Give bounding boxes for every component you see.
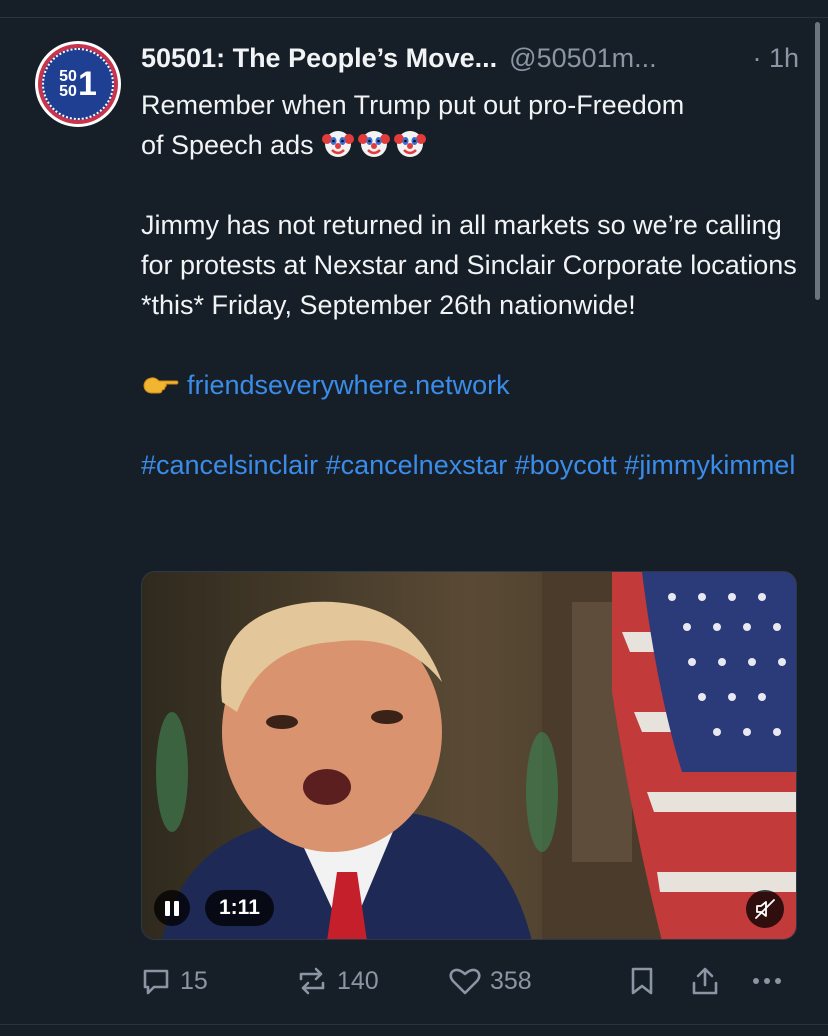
post-paragraph: Jimmy has not returned in all markets so… — [141, 210, 797, 320]
hashtag-link[interactable]: #cancelsinclair — [141, 450, 318, 480]
avatar-logo-bottom: 50 — [59, 83, 77, 100]
reply-button[interactable]: 15 — [140, 958, 208, 1004]
bookmark-icon — [631, 967, 653, 995]
more-options-button[interactable] — [748, 958, 786, 1004]
speaker-muted-icon — [755, 899, 775, 919]
avatar[interactable]: 50 50 1 — [35, 41, 121, 127]
post-link-line: friendseverywhere.network — [141, 365, 801, 405]
top-divider — [0, 17, 828, 18]
clown-emoji-group — [321, 128, 426, 160]
post-link[interactable]: friendseverywhere.network — [187, 370, 510, 400]
like-count: 358 — [490, 966, 532, 995]
post-text: Remember when Trump put out pro-Freedom … — [141, 85, 801, 485]
clown-face-icon — [357, 131, 390, 157]
unmute-button[interactable] — [746, 890, 784, 928]
hashtag-link[interactable]: #cancelnexstar — [326, 450, 508, 480]
pause-icon — [165, 900, 170, 916]
repost-button[interactable]: 140 — [295, 958, 379, 1004]
share-button[interactable] — [689, 958, 721, 1004]
author-name[interactable]: 50501: The People’s Move... — [141, 43, 497, 74]
clown-face-icon — [393, 131, 426, 157]
reply-count: 15 — [180, 966, 208, 995]
hashtag-link[interactable]: #boycott — [515, 450, 617, 480]
avatar-ring: 50 50 1 — [38, 44, 118, 124]
post-header: 50501: The People’s Move... @50501m... ·… — [141, 40, 801, 76]
clown-face-icon — [321, 131, 354, 157]
bottom-divider — [0, 1024, 828, 1025]
pointing-hand-icon — [143, 377, 179, 394]
hashtag-link[interactable]: #jimmykimmel — [624, 450, 795, 480]
avatar-logo-big: 1 — [77, 65, 97, 103]
pause-icon — [174, 900, 179, 916]
comment-icon — [143, 969, 169, 995]
share-icon — [692, 967, 718, 995]
avatar-logo: 50 50 1 — [42, 48, 114, 120]
hashtag-line: #cancelsinclair #cancelnexstar #boycott … — [141, 445, 801, 485]
avatar-logo-top: 50 — [59, 68, 77, 85]
pause-button[interactable] — [154, 890, 190, 926]
repost-count: 140 — [337, 966, 379, 995]
post-time[interactable]: · 1h — [752, 43, 799, 74]
like-button[interactable]: 358 — [448, 958, 532, 1004]
video-frame — [142, 572, 796, 939]
video-player[interactable]: 1:11 — [141, 571, 797, 940]
heart-icon — [449, 968, 481, 995]
repost-icon — [299, 967, 325, 995]
scrollbar[interactable] — [815, 22, 820, 300]
author-handle[interactable]: @50501m... — [509, 43, 657, 74]
ellipsis-icon — [753, 978, 781, 984]
video-duration: 1:11 — [205, 890, 274, 926]
post-actions: 15 140 358 — [0, 958, 828, 1004]
post-text-line: Remember when Trump put out pro-Freedom — [141, 90, 685, 120]
post-text-line: of Speech ads — [141, 130, 314, 160]
bookmark-button[interactable] — [628, 958, 656, 1004]
post-text-line-with-emoji: of Speech ads — [141, 125, 801, 165]
